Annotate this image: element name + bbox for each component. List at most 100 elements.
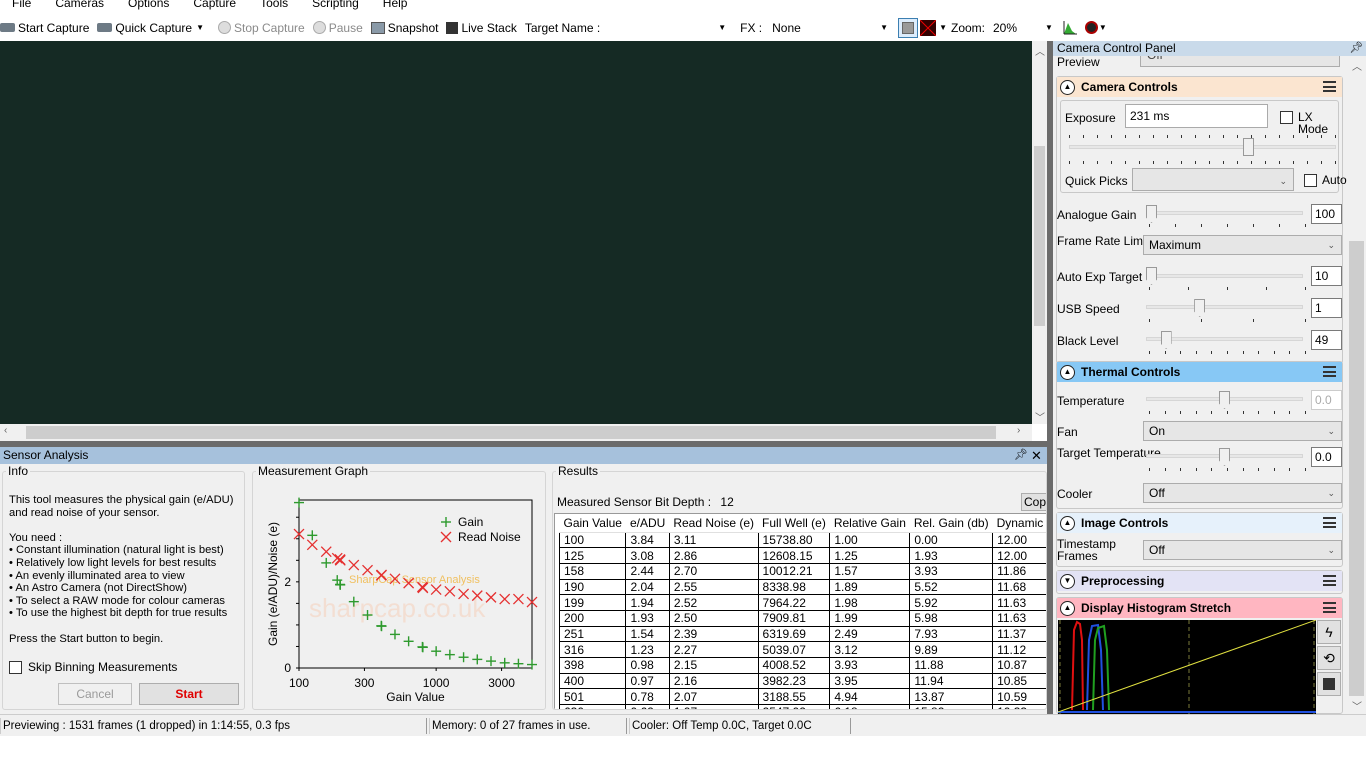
exposure-input[interactable]: 231 ms [1125,104,1268,128]
timestamp-select[interactable]: Off ⌄ [1143,540,1342,560]
start-button[interactable]: Start [139,683,239,705]
cooler-select[interactable]: Off ⌄ [1143,483,1342,503]
chevron-down-icon[interactable]: ▼ [880,23,888,32]
target-name-input[interactable] [600,17,719,38]
reset-stretch-button[interactable]: ⟲ [1317,646,1341,670]
hamburger-menu-icon[interactable] [1323,602,1336,613]
temperature-slider-thumb[interactable] [1219,391,1230,409]
table-row[interactable]: 200 1.93 2.50 7909.81 1.99 5.98 11.63 [558,609,1046,627]
column-header[interactable]: e/ADU [625,514,670,533]
checkbox-box[interactable] [9,660,22,674]
analogue-gain-input[interactable]: 100 [1311,204,1342,224]
chevron-down-icon[interactable]: ▼ [1045,23,1053,32]
hamburger-menu-icon[interactable] [1323,575,1336,586]
column-header[interactable]: Dynamic Ra [992,514,1046,533]
menu-capture[interactable]: Capture [181,0,248,9]
quick-picks-select[interactable]: ⌄ [1132,168,1294,191]
histogram-header[interactable]: ▲ Display Histogram Stretch [1057,598,1342,618]
chevron-down-icon[interactable]: ▼ [718,23,726,32]
column-header[interactable]: Gain Value [559,514,626,533]
frame-toggle-button[interactable] [898,17,919,38]
analogue-gain-slider-track[interactable] [1146,211,1303,215]
column-header[interactable]: Rel. Gain (db) [909,514,993,533]
chevron-down-icon[interactable]: ▼ [1099,23,1107,32]
menu-cameras[interactable]: Cameras [43,0,116,9]
scroll-down-icon[interactable]: ﹀ [1035,409,1045,424]
table-row[interactable]: 158 2.44 2.70 10012.21 1.57 3.93 11.86 [558,562,1046,580]
dropdown-arrow-icon[interactable]: ▼ [196,23,204,32]
close-icon[interactable]: ✕ [1031,447,1042,464]
exposure-slider-thumb[interactable] [1243,138,1255,156]
auto-exp-input[interactable]: 10 [1311,266,1342,286]
stop-capture-button[interactable]: Stop Capture [218,21,305,35]
scrollbar-thumb[interactable] [1034,146,1045,326]
pin-icon[interactable]: 📌︎ [1347,41,1366,56]
collapse-icon[interactable]: ▲ [1060,79,1075,95]
image-controls-header[interactable]: ▲ Image Controls [1057,513,1342,533]
preview-select[interactable]: Off [1140,56,1340,67]
results-table-container[interactable]: Gain Value e/ADU Read Noise (e) Full Well (… [554,513,1046,709]
pin-icon[interactable]: 📌︎ [1014,447,1028,464]
black-level-slider-thumb[interactable] [1160,331,1172,349]
camera-panel-scrollbar[interactable]: ︿ ﹀ [1347,56,1366,714]
table-row[interactable]: 6300.621.972547.026.1815.8210.33 [558,704,1046,709]
collapse-icon[interactable]: ▲ [1060,364,1075,380]
preprocessing-header[interactable]: ▼ Preprocessing [1057,571,1342,591]
menu-scripting[interactable]: Scripting [300,0,371,9]
snapshot-button[interactable]: Snapshot [370,21,438,35]
fan-select[interactable]: On ⌄ [1143,421,1342,441]
chevron-down-icon[interactable]: ▼ [939,23,947,32]
histogram-button[interactable] [1063,20,1077,35]
column-header[interactable]: Relative Gain [829,514,910,533]
auto-exp-slider-thumb[interactable] [1146,267,1157,285]
hamburger-menu-icon[interactable] [1323,517,1336,528]
hamburger-menu-icon[interactable] [1323,366,1336,377]
hamburger-menu-icon[interactable] [1323,81,1336,92]
histogram-display[interactable] [1058,620,1316,714]
exposure-slider-track[interactable] [1069,145,1336,149]
table-row[interactable]: 398 0.98 2.15 4008.52 3.93 11.88 10.87 [558,657,1046,674]
column-header[interactable]: Full Well (e) [758,514,830,533]
auto-checkbox[interactable] [1304,174,1317,187]
start-capture-button[interactable]: Start Capture [0,21,89,35]
lx-mode-checkbox[interactable] [1280,111,1293,124]
scroll-right-icon[interactable]: › [1017,425,1020,436]
quick-capture-button[interactable]: Quick Capture ▼ [97,21,210,35]
copy-button[interactable]: Copy [1021,493,1046,511]
pause-button[interactable]: Pause [312,21,363,35]
frame-rate-select[interactable]: Maximum ⌄ [1143,235,1342,255]
skip-binning-checkbox[interactable]: Skip Binning Measurements [9,660,177,674]
image-viewer[interactable] [0,41,1032,424]
menu-file[interactable]: File [0,0,43,9]
table-row[interactable]: 400 0.97 2.16 3982.23 3.95 11.94 10.85 [558,672,1046,690]
cancel-button[interactable]: Cancel [58,683,132,705]
table-row[interactable]: 125 3.08 2.86 12608.15 1.25 1.93 12.00 [558,547,1046,564]
camera-controls-header[interactable]: ▲ Camera Controls [1057,77,1342,97]
usb-speed-input[interactable]: 1 [1311,298,1342,318]
scrollbar-thumb[interactable] [1349,241,1364,696]
analogue-gain-slider-thumb[interactable] [1146,205,1157,223]
black-level-input[interactable]: 49 [1311,330,1342,350]
auto-exp-slider-track[interactable] [1146,274,1303,278]
table-row[interactable]: 100 3.84 3.11 15738.80 1.00 0.00 12.00 [558,531,1046,549]
menu-options[interactable]: Options [116,0,181,9]
viewer-horizontal-scrollbar[interactable]: ‹ › [0,424,1032,441]
fx-select[interactable]: None [768,17,881,38]
target-temp-slider-thumb[interactable] [1219,448,1230,466]
expand-icon[interactable]: ▼ [1060,573,1075,589]
menu-tools[interactable]: Tools [248,0,300,9]
collapse-icon[interactable]: ▲ [1060,515,1075,531]
save-stretch-button[interactable] [1317,672,1341,696]
table-row[interactable]: 199 1.94 2.52 7964.22 1.98 5.92 11.63 [558,594,1046,611]
table-row[interactable]: 251 1.54 2.39 6319.69 2.49 7.93 11.37 [558,625,1046,643]
viewer-vertical-scrollbar[interactable]: ︿ ﹀ [1032,41,1047,424]
collapse-icon[interactable]: ▲ [1060,600,1075,616]
table-row[interactable]: 190 2.04 2.55 8338.98 1.89 5.52 11.68 [558,578,1046,596]
scroll-down-icon[interactable]: ﹀ [1352,698,1362,713]
usb-speed-slider-thumb[interactable] [1194,299,1206,317]
scroll-up-icon[interactable]: ︿ [1352,58,1362,73]
target-temp-input[interactable]: 0.0 [1311,447,1342,467]
table-row[interactable]: 501 0.78 2.07 3188.55 4.94 13.87 10.59 [558,688,1046,706]
auto-stretch-button[interactable]: ϟ [1317,620,1341,644]
scroll-up-icon[interactable]: ︿ [1035,43,1045,58]
